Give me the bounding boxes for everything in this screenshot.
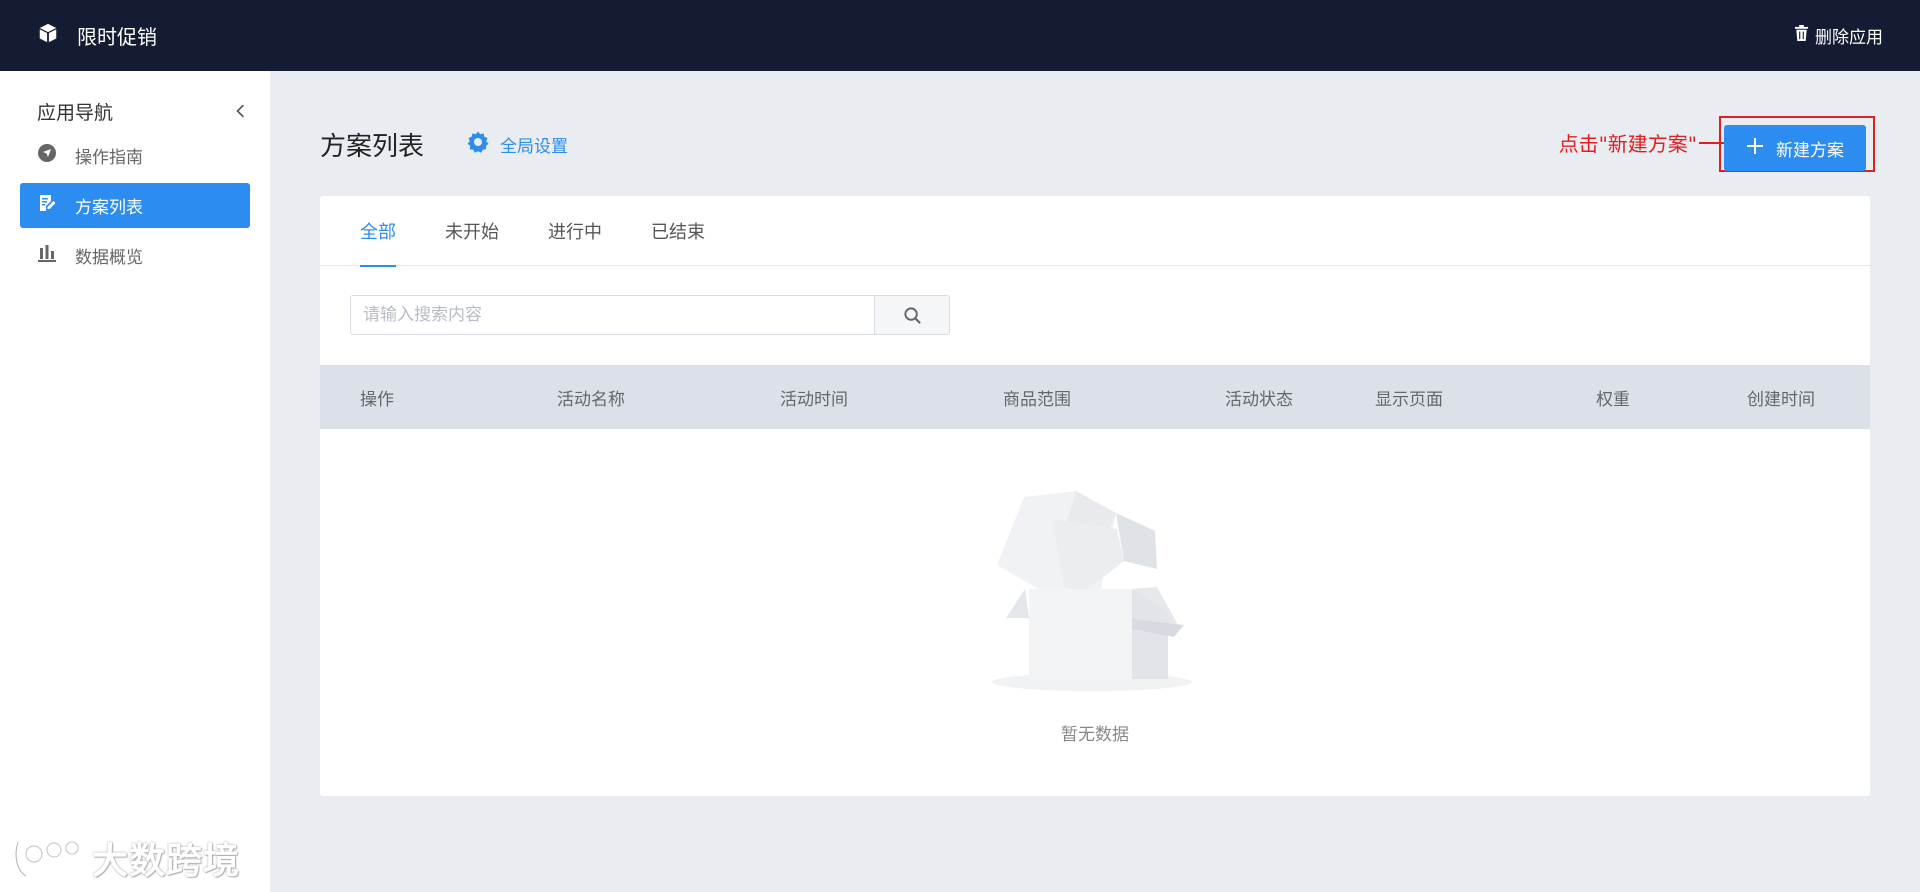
sidebar-item-guide[interactable]: 操作指南	[20, 133, 250, 178]
sidebar-title: 应用导航	[37, 101, 114, 124]
sidebar-nav: 操作指南 方案列表 数据概览	[0, 133, 270, 278]
tab-ended[interactable]: 已结束	[651, 196, 705, 266]
tab-all[interactable]: 全部	[360, 196, 396, 267]
plus-icon	[1746, 137, 1764, 160]
status-tabs: 全部 未开始 进行中 已结束	[320, 196, 1870, 267]
sidebar-item-label: 操作指南	[75, 148, 143, 168]
sidebar-header: 应用导航	[0, 71, 270, 127]
page-header: 方案列表 全局设置 点击"新建方案" 新建方案	[320, 114, 1875, 174]
chevron-left-icon	[236, 104, 244, 118]
watermark-text: 大数跨境	[92, 841, 241, 882]
edit-list-icon	[37, 193, 57, 218]
table-header: 操作 活动名称 活动时间 商品范围 活动状态 显示页面 权重 创建时间	[320, 365, 1870, 429]
cube-icon	[37, 22, 59, 49]
global-settings-label: 全局设置	[500, 136, 569, 157]
delete-app-label: 删除应用	[1815, 28, 1883, 48]
sidebar-item-data-overview[interactable]: 数据概览	[20, 233, 250, 278]
app-title: 限时促销	[77, 25, 157, 49]
highlight-box: 新建方案	[1719, 116, 1875, 172]
search-button[interactable]	[874, 295, 950, 335]
sidebar-item-plan-list[interactable]: 方案列表	[20, 183, 250, 228]
delete-app-button[interactable]: 删除应用	[1794, 23, 1883, 48]
search-input[interactable]	[350, 295, 874, 335]
navigation-icon	[37, 143, 57, 168]
column-header-weight: 权重	[1596, 389, 1630, 410]
trash-icon	[1794, 25, 1809, 46]
column-header-created-time: 创建时间	[1747, 389, 1815, 410]
column-header-activity-status: 活动状态	[1225, 389, 1293, 410]
global-settings-link[interactable]: 全局设置	[466, 130, 568, 159]
annotation-text: 点击"新建方案"	[1558, 132, 1697, 156]
top-bar: 限时促销 删除应用	[0, 0, 1920, 71]
sidebar: 应用导航 操作指南 方案列表 数据概览	[0, 71, 270, 892]
tab-in-progress[interactable]: 进行中	[548, 196, 602, 266]
search-box	[350, 295, 950, 335]
column-header-actions: 操作	[360, 389, 394, 410]
watermark: 大数跨境	[12, 832, 240, 884]
search-row	[320, 266, 1870, 368]
page-title: 方案列表	[320, 131, 425, 162]
tab-not-started[interactable]: 未开始	[445, 196, 499, 266]
column-header-activity-time: 活动时间	[780, 389, 848, 410]
table-empty-state: 暂无数据	[320, 429, 1870, 796]
column-header-product-scope: 商品范围	[1003, 389, 1071, 410]
plan-list-card: 全部 未开始 进行中 已结束 操作 活动名称 活动时间 商品范围 活动状态 显示…	[320, 196, 1870, 796]
bar-chart-icon	[37, 243, 57, 268]
search-icon	[903, 306, 921, 324]
collapse-sidebar-button[interactable]	[230, 101, 250, 121]
column-header-display-page: 显示页面	[1375, 389, 1443, 410]
empty-text: 暂无数据	[1061, 725, 1129, 745]
empty-box-icon	[992, 491, 1192, 691]
sidebar-item-label: 方案列表	[75, 198, 143, 218]
sidebar-item-label: 数据概览	[75, 248, 143, 268]
gear-icon	[466, 130, 490, 159]
app-brand: 限时促销	[37, 21, 157, 50]
new-plan-button[interactable]: 新建方案	[1724, 125, 1866, 171]
watermark-logo-icon	[14, 840, 80, 878]
column-header-activity-name: 活动名称	[557, 389, 625, 410]
new-plan-label: 新建方案	[1776, 140, 1844, 161]
